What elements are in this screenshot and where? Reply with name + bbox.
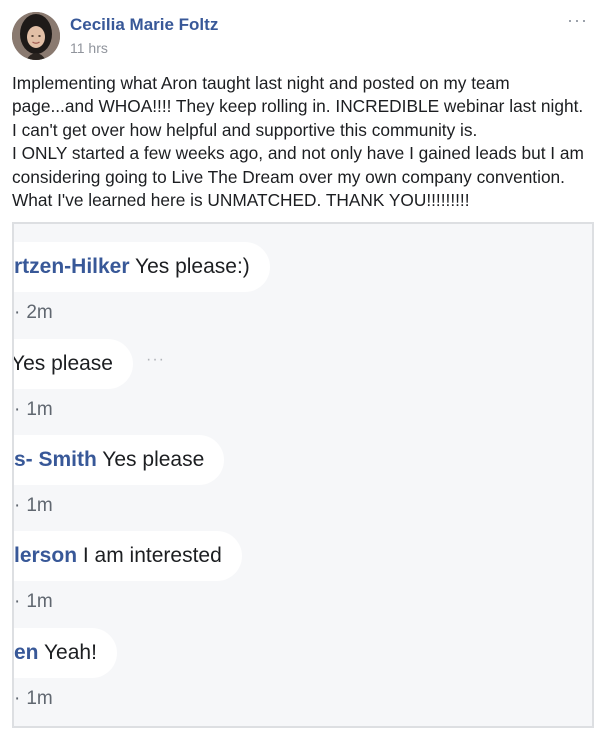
comment-item: en Yeah! · 1m: [14, 628, 117, 710]
comment-meta: · 1m: [14, 688, 117, 710]
comment-text: Yes please: [12, 352, 113, 375]
comment-time[interactable]: 2m: [26, 302, 52, 323]
comment-meta: · 2m: [14, 302, 270, 324]
comment-item: rtzen-Hilker Yes please:) · 2m: [14, 242, 270, 324]
comment-item: s- Smith Yes please · 1m: [14, 435, 225, 517]
comment-text: Yeah!: [38, 641, 97, 664]
post-text-line: What I've learned here is UNMATCHED. THA…: [12, 190, 470, 211]
comment-time[interactable]: 1m: [26, 399, 52, 420]
meta-separator: ·: [14, 399, 21, 420]
post-text: Implementing what Aron taught last night…: [12, 72, 594, 212]
comment-options-icon[interactable]: ···: [146, 351, 165, 369]
comment-meta: · 1m: [14, 495, 224, 517]
comment-text: Yes please:): [129, 255, 250, 278]
comment-bubble: en Yeah!: [14, 628, 117, 678]
comment-bubble: Yes please: [14, 339, 133, 389]
post-text-line: I ONLY started a few weeks ago, and not …: [12, 143, 584, 164]
comment-bubble: s- Smith Yes please: [14, 435, 225, 485]
meta-separator: ·: [14, 302, 21, 323]
comment-item: Yes please ··· · 1m: [14, 339, 164, 421]
post-author-name[interactable]: Cecilia Marie Foltz: [70, 15, 218, 35]
comment-item: lerson I am interested · 1m: [14, 531, 242, 613]
post-timestamp[interactable]: 11 hrs: [70, 40, 108, 56]
comments-screenshot: rtzen-Hilker Yes please:) · 2m Yes please…: [12, 222, 594, 728]
meta-separator: ·: [14, 495, 21, 516]
meta-separator: ·: [14, 591, 21, 612]
comment-time[interactable]: 1m: [26, 591, 52, 612]
post-text-line: Implementing what Aron taught last night…: [12, 73, 510, 93]
commenter-name[interactable]: lerson: [14, 544, 77, 567]
post-text-line: page...and WHOA!!!! They keep rolling in…: [12, 96, 584, 117]
comment-time[interactable]: 1m: [26, 495, 52, 516]
comment-meta: · 1m: [14, 399, 133, 421]
comment-bubble: lerson I am interested: [14, 531, 242, 581]
comment-time[interactable]: 1m: [26, 688, 52, 709]
post-options-icon[interactable]: ···: [567, 10, 588, 31]
post-text-line: I can't get over how helpful and support…: [12, 119, 478, 140]
meta-separator: ·: [14, 688, 21, 709]
commenter-name[interactable]: rtzen-Hilker: [14, 255, 130, 278]
commenter-name[interactable]: en: [14, 641, 39, 664]
comment-meta: · 1m: [14, 591, 242, 613]
post-text-line: considering going to Live The Dream over…: [12, 166, 565, 187]
comment-bubble: rtzen-Hilker Yes please:): [14, 242, 270, 292]
comment-text: I am interested: [77, 544, 222, 567]
comment-text: Yes please: [96, 448, 205, 471]
author-avatar[interactable]: [12, 12, 60, 60]
commenter-name[interactable]: s- Smith: [14, 448, 97, 471]
